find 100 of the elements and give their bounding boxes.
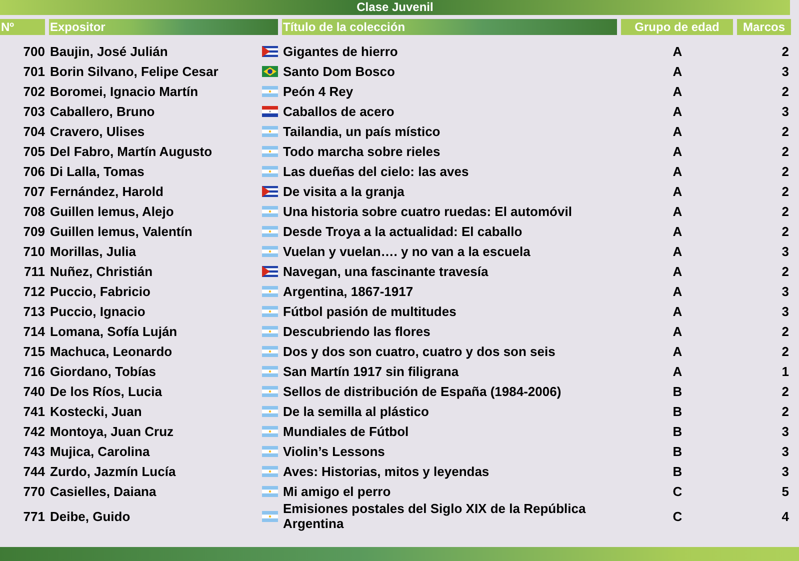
flag-icon	[262, 386, 278, 396]
table-cell: Nuñez, Christián	[50, 264, 153, 278]
flag-icon	[262, 346, 278, 356]
table-cell: A	[672, 324, 682, 338]
table-cell: 2	[782, 404, 789, 418]
table-cell: Montoya, Juan Cruz	[50, 424, 174, 438]
table-cell: Guillen lemus, Alejo	[50, 204, 174, 218]
table-cell: Giordano, Tobías	[50, 364, 156, 378]
table-cell: C	[672, 484, 682, 498]
flag-icon	[262, 206, 278, 216]
table-cell: 706	[23, 164, 45, 178]
flag-icon	[262, 486, 278, 496]
table-cell: A	[672, 144, 682, 158]
table-cell: 709	[23, 224, 45, 238]
table-cell: A	[672, 104, 682, 118]
table-cell: A	[672, 284, 682, 298]
table-cell: Todo marcha sobre rieles	[283, 144, 440, 158]
table-cell: A	[672, 224, 682, 238]
table-cell: A	[672, 124, 682, 138]
table-cell: 2	[782, 344, 789, 358]
table-cell: Guillen lemus, Valentín	[50, 224, 192, 238]
table-cell: B	[672, 444, 682, 458]
table-cell: 707	[23, 184, 45, 198]
flag-icon	[262, 306, 278, 316]
table-cell: Di Lalla, Tomas	[50, 164, 144, 178]
table-cell: 710	[23, 244, 45, 258]
table-cell: 742	[23, 424, 45, 438]
table-cell: Machuca, Leonardo	[50, 344, 172, 358]
table-cell: Caballero, Bruno	[50, 104, 155, 118]
table-cell: Deibe, Guido	[50, 508, 130, 524]
flag-icon	[262, 246, 278, 256]
table-cell: 713	[23, 304, 45, 318]
table-cell: 3	[782, 424, 789, 438]
table-cell: Puccio, Ignacio	[50, 304, 146, 318]
table-cell: Kostecki, Juan	[50, 404, 142, 418]
table-cell: 743	[23, 444, 45, 458]
table-cell: 2	[782, 204, 789, 218]
table-cell: A	[672, 64, 682, 78]
flag-icon	[262, 286, 278, 296]
table-cell: 703	[23, 104, 45, 118]
table-cell: Argentina, 1867-1917	[283, 284, 414, 298]
table-cell: B	[672, 464, 682, 478]
table-cell: 3	[782, 304, 789, 318]
flag-icon	[262, 186, 278, 196]
table-cell: Mi amigo el perro	[283, 484, 391, 498]
table-cell: 771	[23, 508, 45, 524]
table-cell: Zurdo, Jazmín Lucía	[50, 464, 176, 478]
flag-icon	[262, 226, 278, 236]
table-cell: Mujica, Carolina	[50, 444, 150, 458]
table-cell: San Martín 1917 sin filigrana	[283, 364, 459, 378]
table-cell: Borin Silvano, Felipe Cesar	[50, 64, 218, 78]
table-cell: Las dueñas del cielo: las aves	[283, 164, 469, 178]
table-cell: Descubriendo las flores	[283, 324, 430, 338]
table-cell: 1	[782, 364, 789, 378]
flag-icon	[262, 446, 278, 456]
flag-icon	[262, 146, 278, 156]
table-cell: Sellos de distribución de España (1984-2006)	[283, 384, 562, 398]
table-cell: Vuelan y vuelan…. y no van a la escuela	[283, 244, 530, 258]
column-header: Expositor	[49, 19, 278, 35]
table-cell: 3	[782, 444, 789, 458]
table-cell: Caballos de acero	[283, 104, 394, 118]
flag-icon	[262, 126, 278, 136]
table-cell: A	[672, 184, 682, 198]
table-cell: A	[672, 44, 682, 58]
flag-icon	[262, 426, 278, 436]
table-cell: 711	[24, 264, 45, 278]
table-cell: 2	[782, 224, 789, 238]
table-cell: Emisiones postales del Siglo XIX de la República Argentina	[283, 501, 586, 531]
table-cell: Puccio, Fabricio	[50, 284, 150, 298]
table-cell: 4	[782, 508, 789, 524]
table-cell: 2	[782, 164, 789, 178]
table-cell: Aves: Historias, mitos y leyendas	[283, 464, 490, 478]
table-cell: 704	[23, 124, 45, 138]
title-bar: Clase Juvenil	[0, 0, 790, 15]
table-cell: 712	[23, 284, 45, 298]
table-cell: 741	[23, 404, 45, 418]
column-header: Marcos	[737, 19, 791, 35]
table-cell: Santo Dom Bosco	[283, 64, 395, 78]
flag-icon	[262, 366, 278, 376]
table-cell: 3	[782, 104, 789, 118]
flag-icon	[262, 466, 278, 476]
table-cell: B	[672, 384, 682, 398]
flag-icon	[262, 86, 278, 96]
table-cell: A	[672, 244, 682, 258]
table-cell: Peón 4 Rey	[283, 84, 354, 98]
table-cell: Dos y dos son cuatro, cuatro y dos son seis	[283, 344, 556, 358]
table-cell: A	[672, 344, 682, 358]
table-cell: A	[672, 164, 682, 178]
table-cell: 705	[23, 144, 45, 158]
table-cell: Lomana, Sofía Luján	[50, 324, 178, 338]
table-cell: Morillas, Julia	[50, 244, 136, 258]
table-cell: Violin’s Lessons	[283, 444, 385, 458]
table-cell: 708	[23, 204, 45, 218]
column-header: Nº	[0, 19, 45, 35]
table-cell: A	[672, 364, 682, 378]
table-cell: 701	[23, 64, 45, 78]
table-cell: 2	[782, 264, 789, 278]
table-cell: 744	[23, 464, 45, 478]
table-cell: Tailandia, un país místico	[283, 124, 440, 138]
table-cell: 2	[782, 124, 789, 138]
